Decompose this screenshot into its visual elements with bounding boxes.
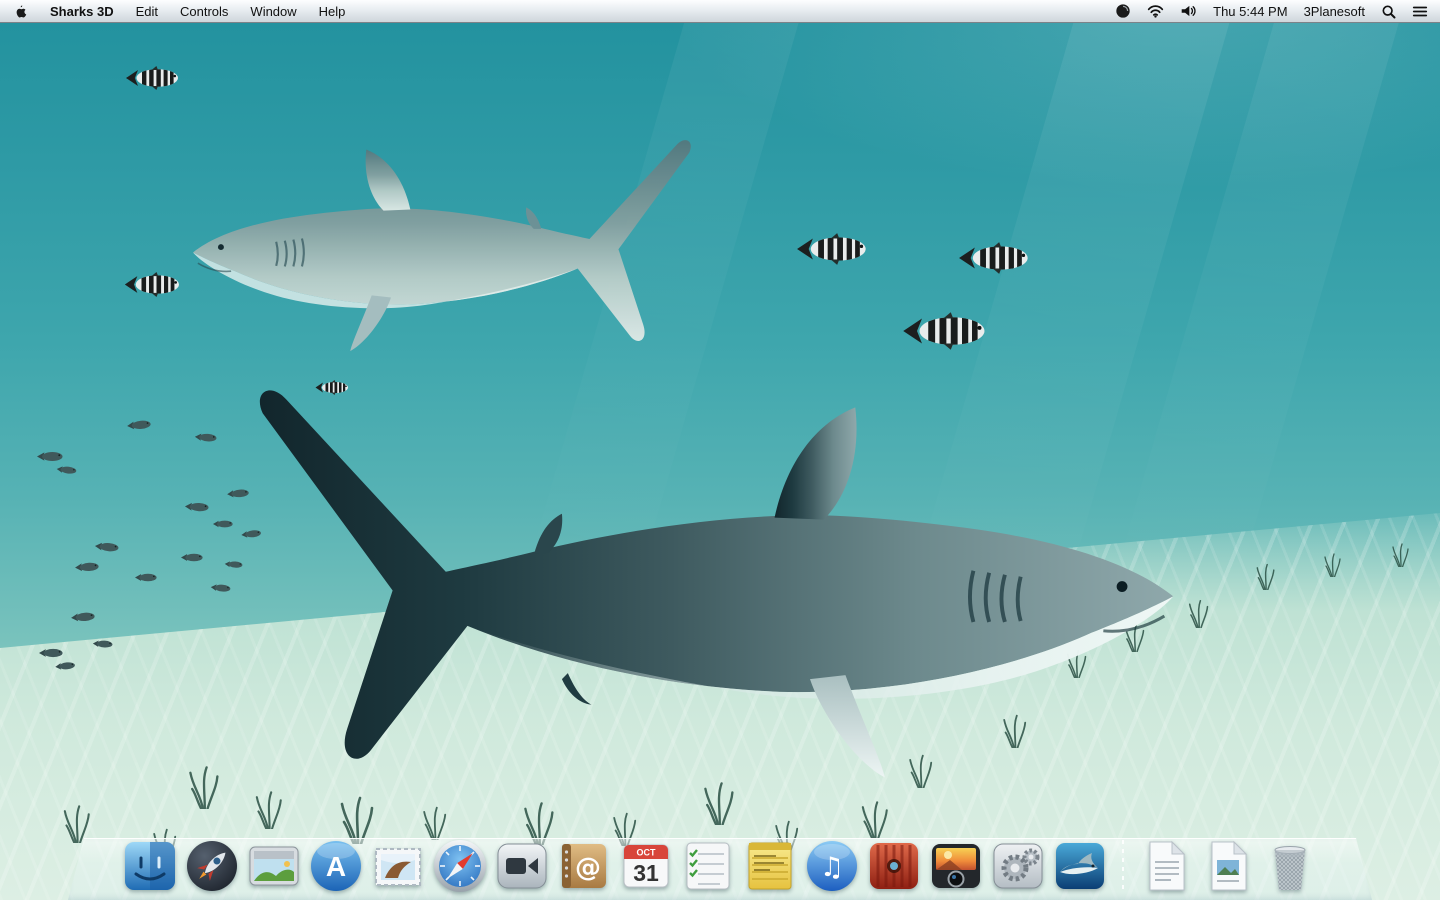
school-fish [210, 579, 233, 591]
dock-icon-photo-booth[interactable] [866, 838, 922, 894]
apple-menu-icon[interactable] [14, 4, 28, 19]
wallpaper-underwater-scene [0, 0, 1440, 900]
svg-text:A: A [326, 851, 346, 882]
dock-icon-safari[interactable] [432, 838, 488, 894]
dock-icon-sharks-3d-app[interactable] [1052, 838, 1108, 894]
status-disc-icon[interactable] [1115, 3, 1131, 19]
school-fish [74, 559, 101, 572]
school-fish [226, 485, 251, 498]
svg-text:@: @ [575, 853, 601, 883]
spotlight-icon[interactable] [1381, 4, 1396, 19]
menu-edit[interactable]: Edit [136, 4, 158, 19]
pilot-fish [958, 242, 1034, 274]
volume-icon[interactable] [1180, 4, 1197, 18]
dock-icon-launchpad-rocket[interactable] [184, 838, 240, 894]
dock-icon-app-window[interactable] [246, 838, 302, 894]
app-menu-title[interactable]: Sharks 3D [50, 4, 114, 19]
school-fish [126, 417, 153, 431]
menu-list-icon[interactable] [1412, 5, 1428, 18]
dock-icon-facetime-camera[interactable] [494, 838, 550, 894]
menu-bar: Sharks 3D Edit Controls Window Help Thu … [0, 0, 1440, 23]
pilot-fish [796, 233, 872, 265]
dock-icon-trash[interactable] [1262, 838, 1318, 894]
screen: Sharks 3D Edit Controls Window Help Thu … [0, 0, 1440, 900]
calendar-day: 31 [633, 860, 659, 886]
school-fish [194, 429, 219, 442]
dock-icon-system-preferences[interactable] [990, 838, 1046, 894]
dock: A [0, 804, 1440, 900]
dock-icon-reminders[interactable] [680, 838, 736, 894]
menu-bar-right: Thu 5:44 PM 3Planesoft [1115, 3, 1440, 19]
school-fish [240, 525, 263, 537]
school-fish [224, 555, 245, 565]
dock-icon-iphoto[interactable] [928, 838, 984, 894]
school-fish [184, 499, 211, 512]
dock-icon-calendar[interactable]: OCT 31 [618, 838, 674, 894]
school-fish [54, 657, 77, 669]
wifi-icon[interactable] [1147, 4, 1164, 18]
dock-icon-app-store[interactable]: A [308, 838, 364, 894]
dock-divider [1122, 840, 1124, 894]
dock-icon-finder[interactable] [122, 838, 178, 894]
dock-icon-address-book[interactable]: @ [556, 838, 612, 894]
dock-icon-notes[interactable] [742, 838, 798, 894]
pilot-fish [902, 312, 992, 350]
school-fish [134, 570, 158, 581]
school-fish [212, 516, 234, 526]
dock-icon-itunes[interactable]: ♫ [804, 838, 860, 894]
school-fish [180, 550, 204, 561]
pilot-fish [315, 380, 351, 395]
school-fish [70, 609, 97, 623]
dock-icon-document-image[interactable] [1200, 838, 1256, 894]
menu-help[interactable]: Help [319, 4, 346, 19]
pilot-fish [124, 272, 184, 297]
menu-clock[interactable]: Thu 5:44 PM [1213, 4, 1287, 19]
school-fish [92, 635, 114, 646]
svg-text:♫: ♫ [820, 852, 844, 883]
school-fish [94, 539, 121, 553]
dock-items: A [68, 838, 1372, 894]
menu-bar-left: Sharks 3D Edit Controls Window Help [0, 4, 345, 19]
menu-window[interactable]: Window [250, 4, 296, 19]
dock-icon-document[interactable] [1138, 838, 1194, 894]
user-menu[interactable]: 3Planesoft [1304, 4, 1365, 19]
school-fish [38, 646, 64, 658]
school-fish [56, 461, 79, 473]
menu-controls[interactable]: Controls [180, 4, 228, 19]
calendar-month: OCT [637, 848, 657, 858]
fish-layer [0, 0, 1440, 900]
dock-icon-mail[interactable] [370, 838, 426, 894]
pilot-fish [125, 66, 183, 90]
